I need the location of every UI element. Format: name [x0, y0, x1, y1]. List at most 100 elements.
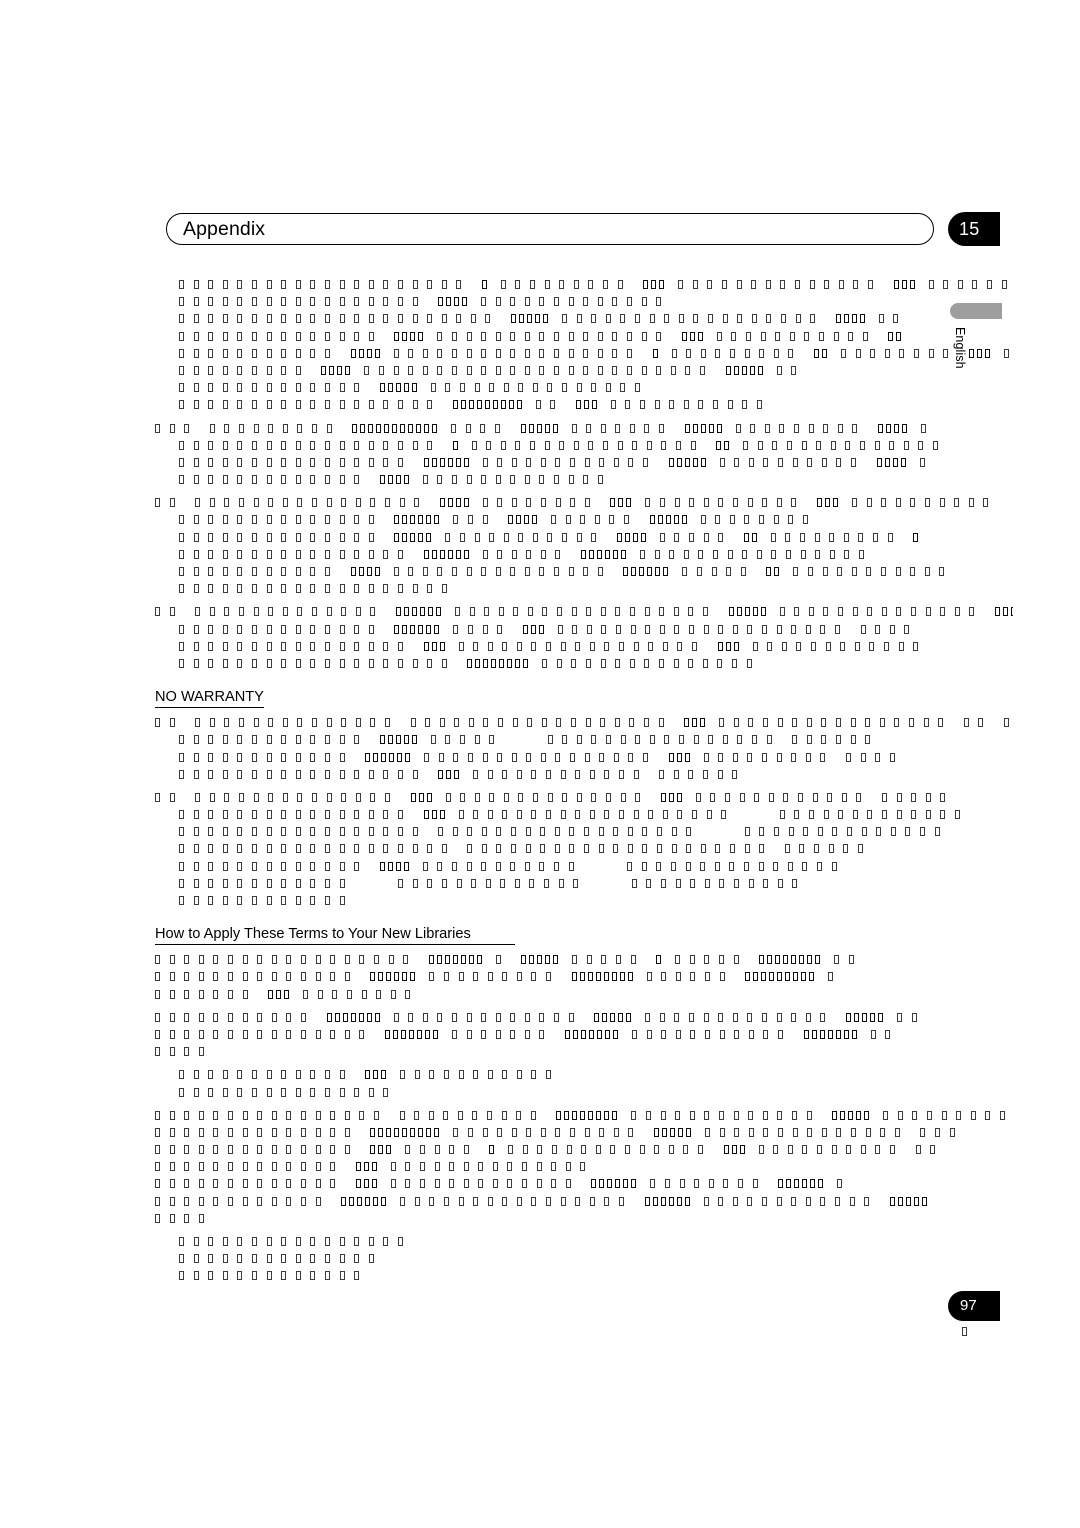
text-line	[155, 875, 1013, 892]
text-line	[155, 806, 1013, 823]
run-gap	[497, 1141, 508, 1142]
run-gap	[872, 1107, 883, 1108]
tofu-run	[379, 379, 420, 396]
run-gap	[742, 638, 753, 639]
tofu-run	[179, 362, 310, 379]
run-gap	[793, 1026, 804, 1027]
text-line	[155, 766, 1013, 783]
run-gap	[400, 714, 411, 715]
run-gap	[442, 1124, 453, 1125]
tofu-run	[179, 1267, 369, 1284]
run-gap	[734, 968, 745, 969]
run-gap	[705, 437, 716, 438]
text-line	[155, 310, 1013, 327]
run-gap	[184, 603, 195, 604]
tofu-run	[703, 749, 835, 766]
tofu-run	[883, 1107, 1013, 1124]
run-gap	[471, 276, 482, 277]
tofu-run	[155, 968, 359, 985]
tofu-run	[445, 529, 606, 546]
run-gap	[184, 714, 195, 715]
run-gap	[998, 494, 1009, 495]
run-gap	[930, 1193, 941, 1194]
text-line	[155, 293, 1013, 310]
text-line	[155, 420, 1013, 437]
tofu-run	[495, 951, 511, 968]
tofu-run	[640, 546, 874, 563]
text-line	[155, 1158, 1013, 1175]
tofu-run	[919, 454, 935, 471]
tofu-run	[390, 1158, 595, 1175]
run-gap	[369, 379, 380, 380]
tofu-run	[716, 437, 732, 454]
text-line	[155, 840, 1013, 857]
tofu-run	[473, 766, 648, 783]
tofu-run	[616, 529, 649, 546]
tofu-run	[671, 345, 803, 362]
run-gap	[634, 1193, 645, 1194]
run-gap	[708, 714, 719, 715]
run-gap	[472, 494, 483, 495]
tofu-run	[452, 437, 461, 454]
run-gap	[841, 494, 852, 495]
tofu-run	[195, 789, 399, 806]
tofu-run	[644, 1193, 693, 1210]
run-gap	[345, 1175, 356, 1176]
tofu-run	[571, 420, 674, 437]
tofu-run	[878, 310, 908, 327]
paragraph	[155, 494, 1013, 597]
tofu-run	[610, 494, 634, 511]
run-gap	[595, 1158, 606, 1159]
text-line	[155, 603, 1013, 620]
tofu-run	[684, 420, 725, 437]
run-gap	[667, 276, 678, 277]
run-gap	[383, 621, 394, 622]
tofu-run	[659, 766, 747, 783]
run-gap	[760, 529, 771, 530]
tofu-run	[437, 328, 671, 345]
run-gap	[369, 858, 380, 859]
run-gap	[846, 858, 857, 859]
tofu-run	[179, 379, 369, 396]
tofu-run	[660, 789, 685, 806]
tofu-run	[832, 1107, 872, 1124]
tofu-run	[179, 875, 354, 892]
tofu-run	[835, 310, 868, 327]
tofu-run	[350, 563, 383, 580]
run-gap	[767, 1175, 778, 1176]
tofu-run	[489, 1141, 497, 1158]
text-line	[155, 471, 1013, 488]
run-gap	[821, 1107, 832, 1108]
run-gap	[863, 951, 874, 952]
tofu-run	[303, 986, 420, 1003]
run-gap	[866, 454, 877, 455]
run-gap	[418, 951, 429, 952]
run-gap	[926, 1009, 937, 1010]
tofu-run	[155, 1141, 359, 1158]
text-line	[155, 454, 1013, 471]
tofu-run	[535, 396, 565, 413]
tofu-run	[179, 563, 340, 580]
run-gap	[420, 986, 431, 987]
tofu-run	[928, 276, 1013, 293]
run-gap	[435, 789, 446, 790]
run-gap	[993, 714, 1004, 715]
tofu-run	[816, 494, 841, 511]
text-line	[155, 529, 1013, 546]
tofu-run	[429, 968, 560, 985]
run-gap	[616, 858, 627, 859]
run-gap	[316, 1009, 327, 1010]
tofu-run	[876, 454, 909, 471]
tofu-run	[803, 1026, 860, 1043]
section-heading-no-warranty: NO WARRANTY	[155, 688, 264, 709]
tofu-run	[179, 529, 383, 546]
text-line	[155, 1066, 1013, 1083]
run-gap	[874, 546, 885, 547]
tofu-run	[681, 328, 706, 345]
tofu-run	[394, 511, 442, 528]
tofu-run	[352, 420, 440, 437]
text-line	[155, 951, 1013, 968]
tofu-run	[398, 875, 588, 892]
tofu-run	[452, 396, 525, 413]
run-gap	[904, 749, 915, 750]
